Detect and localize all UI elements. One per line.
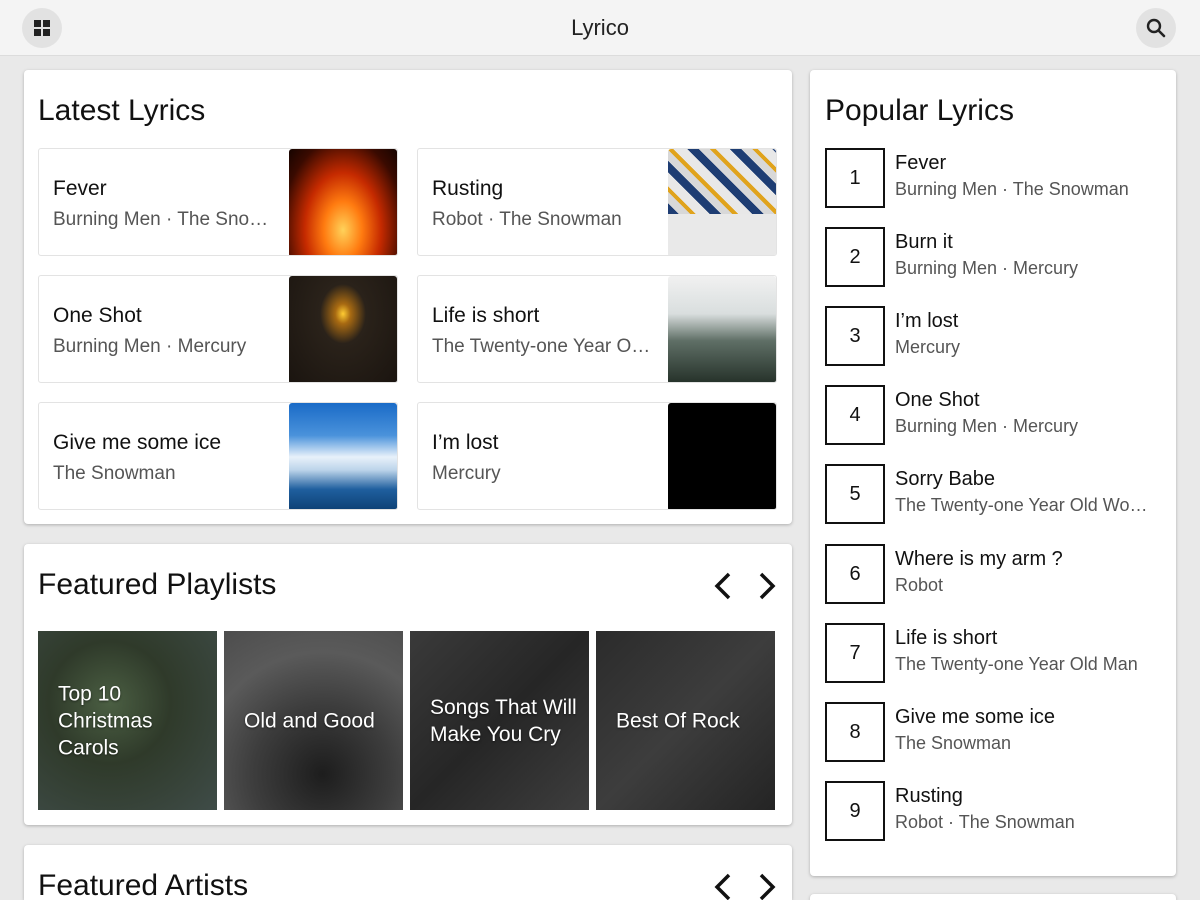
popular-lyric-item[interactable]: 1 Fever Burning Men · The Snowman xyxy=(825,148,1165,208)
playlist-label: Old and Good xyxy=(244,709,375,732)
search-button[interactable] xyxy=(1136,8,1176,48)
lyric-subtitle: Burning Men · Mercury xyxy=(53,336,247,357)
lyric-title: One Shot xyxy=(53,304,142,327)
popular-lyrics-title: Popular Lyrics xyxy=(825,94,1014,127)
playlist-card[interactable]: Best Of Rock xyxy=(596,631,775,810)
featured-artists-card: Featured Artists xyxy=(24,845,792,900)
lyric-tile[interactable]: Life is short The Twenty-one Year Old Wo… xyxy=(417,275,777,383)
lyric-tile[interactable]: One Shot Burning Men · Mercury xyxy=(38,275,398,383)
lyric-subtitle: Burning Men · The Snowman xyxy=(895,179,1129,199)
chevron-right-icon[interactable] xyxy=(756,872,778,900)
featured-artists-title: Featured Artists xyxy=(38,869,249,900)
popular-lyric-item[interactable]: 4 One Shot Burning Men · Mercury xyxy=(825,385,1165,445)
playlist-card[interactable]: Songs That Will Make You Cry xyxy=(410,631,589,810)
lyric-subtitle: Robot · The Snowman xyxy=(432,209,622,230)
lyric-subtitle: The Twenty-one Year Old Man xyxy=(895,654,1138,674)
sidebar-next-card xyxy=(810,894,1176,900)
lyric-subtitle: The Twenty-one Year Old Woman xyxy=(895,495,1157,515)
playlist-card[interactable]: Old and Good xyxy=(224,631,403,810)
lyric-tile[interactable]: Rusting Robot · The Snowman xyxy=(417,148,777,256)
popular-lyric-item[interactable]: 7 Life is short The Twenty-one Year Old … xyxy=(825,623,1165,683)
lyric-title: Where is my arm ? xyxy=(895,548,1063,570)
lyric-subtitle: Mercury xyxy=(432,463,501,484)
lyric-subtitle: Robot xyxy=(895,575,944,595)
latest-lyrics-card: Latest Lyrics Fever Burning Men · The Sn… xyxy=(24,70,792,524)
popular-lyric-item[interactable]: 5 Sorry Babe The Twenty-one Year Old Wom… xyxy=(825,464,1165,524)
chevron-right-icon[interactable] xyxy=(756,571,778,601)
popular-lyrics-card: Popular Lyrics 1 Fever Burning Men · The… xyxy=(810,70,1176,876)
popular-lyric-item[interactable]: 2 Burn it Burning Men · Mercury xyxy=(825,227,1165,287)
lyric-title: Life is short xyxy=(895,627,998,649)
lyric-tile[interactable]: I’m lost Mercury xyxy=(417,402,777,510)
lyric-subtitle: The Twenty-one Year Old Woman xyxy=(432,336,654,357)
lyric-thumbnail xyxy=(289,149,397,255)
rank-badge: 9 xyxy=(825,781,885,841)
lyric-thumbnail xyxy=(668,403,776,509)
lyric-title: Burn it xyxy=(895,231,953,253)
playlist-label: Top 10 Christmas Carols xyxy=(58,682,153,759)
rank-badge: 5 xyxy=(825,464,885,524)
lyric-title: I’m lost xyxy=(432,431,499,454)
lyric-subtitle: The Snowman xyxy=(895,733,1012,753)
lyric-thumbnail xyxy=(668,149,776,255)
featured-playlists-card: Featured Playlists Top 10 Christmas Caro… xyxy=(24,544,792,825)
lyric-title: Life is short xyxy=(432,304,540,327)
popular-lyric-item[interactable]: 6 Where is my arm ? Robot xyxy=(825,544,1165,604)
lyric-thumbnail xyxy=(668,276,776,382)
search-icon xyxy=(1146,18,1166,38)
lyric-subtitle: Burning Men · Mercury xyxy=(895,416,1079,436)
lyric-title: Sorry Babe xyxy=(895,468,996,490)
playlist-card[interactable]: Top 10 Christmas Carols xyxy=(38,631,217,810)
lyric-subtitle: The Snowman xyxy=(53,463,176,484)
lyric-title: One Shot xyxy=(895,389,980,411)
chevron-left-icon[interactable] xyxy=(712,872,734,900)
lyric-thumbnail xyxy=(289,276,397,382)
lyric-title: Rusting xyxy=(895,785,963,807)
rank-badge: 4 xyxy=(825,385,885,445)
rank-badge: 1 xyxy=(825,148,885,208)
popular-lyric-item[interactable]: 3 I’m lost Mercury xyxy=(825,306,1165,366)
lyric-thumbnail xyxy=(289,403,397,509)
lyric-tile[interactable]: Give me some ice The Snowman xyxy=(38,402,398,510)
lyric-tile[interactable]: Fever Burning Men · The Snowman xyxy=(38,148,398,256)
playlist-label: Best Of Rock xyxy=(616,709,740,732)
lyric-title: Give me some ice xyxy=(895,706,1056,728)
top-bar: Lyrico xyxy=(0,0,1200,56)
rank-badge: 7 xyxy=(825,623,885,683)
lyric-title: Fever xyxy=(53,177,107,200)
popular-lyric-item[interactable]: 9 Rusting Robot · The Snowman xyxy=(825,781,1165,841)
rank-badge: 2 xyxy=(825,227,885,287)
chevron-left-icon[interactable] xyxy=(712,571,734,601)
featured-playlists-title: Featured Playlists xyxy=(38,568,277,601)
lyric-title: I’m lost xyxy=(895,310,959,332)
lyric-title: Give me some ice xyxy=(53,431,222,454)
popular-lyric-item[interactable]: 8 Give me some ice The Snowman xyxy=(825,702,1165,762)
lyric-title: Fever xyxy=(895,152,947,174)
latest-lyrics-title: Latest Lyrics xyxy=(38,94,206,127)
playlist-label: Songs That Will Make You Cry xyxy=(430,695,577,746)
rank-badge: 6 xyxy=(825,544,885,604)
lyric-subtitle: Burning Men · Mercury xyxy=(895,258,1079,278)
lyric-title: Rusting xyxy=(432,177,504,200)
lyric-subtitle: Burning Men · The Snowman xyxy=(53,209,275,230)
lyric-subtitle: Robot · The Snowman xyxy=(895,812,1075,832)
app-title: Lyrico xyxy=(571,15,629,40)
rank-badge: 8 xyxy=(825,702,885,762)
lyric-subtitle: Mercury xyxy=(895,337,961,357)
rank-badge: 3 xyxy=(825,306,885,366)
